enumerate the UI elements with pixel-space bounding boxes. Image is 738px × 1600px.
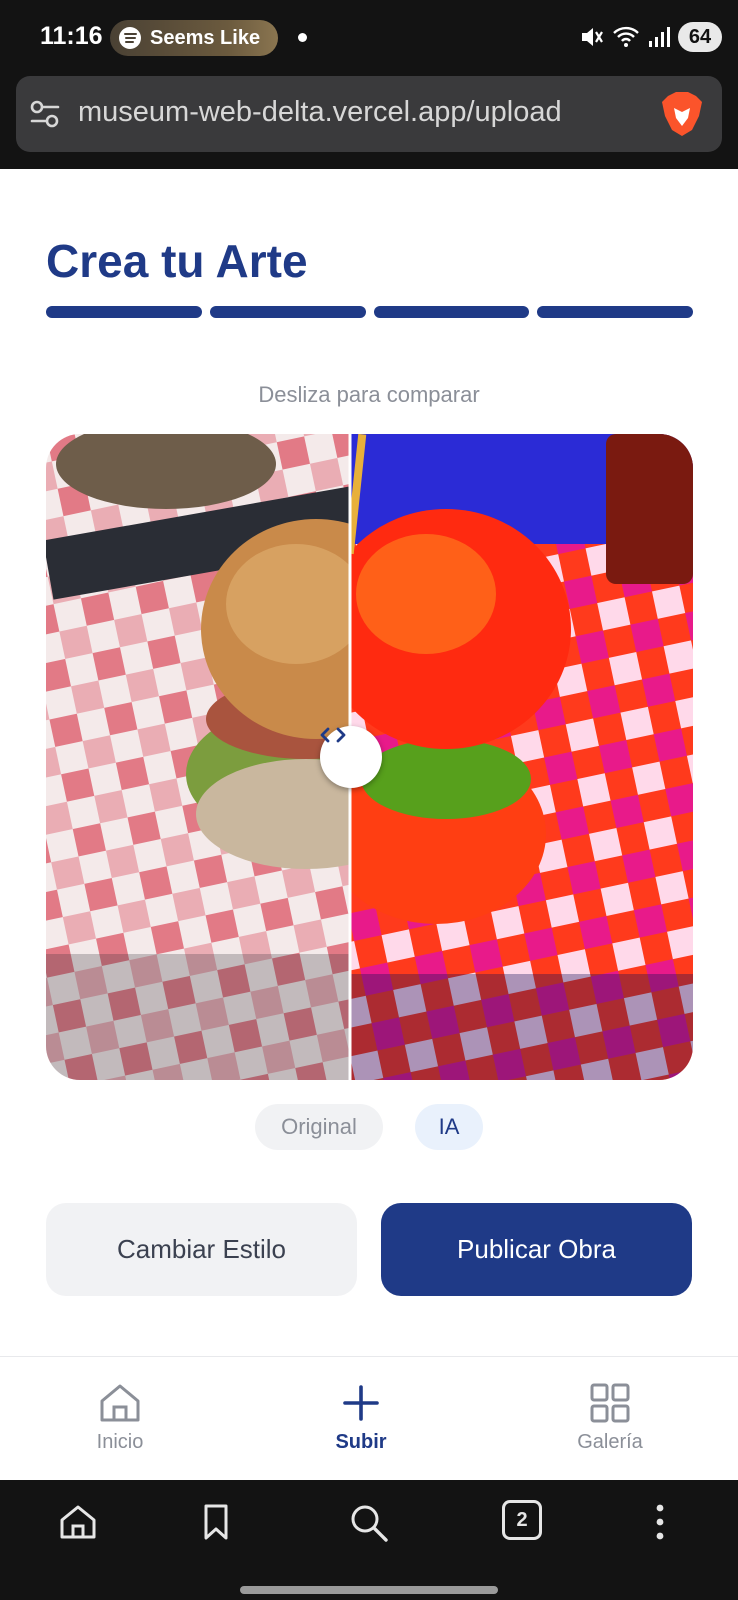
search-icon[interactable] — [348, 1502, 390, 1544]
grid-icon — [590, 1383, 630, 1423]
nav-label: Subir — [335, 1431, 387, 1453]
step-progress — [46, 306, 693, 318]
media-pill[interactable]: Seems Like — [110, 20, 278, 56]
image-compare-slider[interactable] — [46, 434, 693, 1080]
compare-handle[interactable] — [320, 726, 382, 788]
nav-label: Galería — [577, 1431, 643, 1453]
mute-icon — [582, 28, 603, 46]
media-text: Seems Like — [150, 27, 261, 49]
gesture-bar — [240, 1586, 498, 1594]
plus-icon — [343, 1385, 379, 1421]
compare-labels: Original IA — [0, 1104, 738, 1150]
spotify-icon — [119, 27, 141, 49]
browser-bottom-bar: 2 — [0, 1480, 738, 1600]
progress-step — [46, 306, 202, 318]
nav-label: Inicio — [96, 1431, 144, 1453]
page-title: Crea tu Arte — [46, 235, 308, 287]
bookmark-icon[interactable] — [196, 1502, 236, 1542]
compare-hint: Desliza para comparar — [258, 382, 480, 407]
tabs-icon[interactable]: 2 — [502, 1500, 542, 1540]
signal-icon — [649, 27, 670, 47]
app-bottom-nav: Inicio Subir Galería — [0, 1356, 738, 1480]
home-icon[interactable] — [58, 1502, 98, 1542]
progress-step — [373, 306, 530, 318]
nav-item-galeria[interactable]: Galería — [530, 1381, 690, 1454]
chevrons-left-right-icon — [320, 727, 346, 743]
status-time: 11:16 — [40, 22, 103, 50]
progress-step — [209, 306, 366, 318]
home-icon — [100, 1384, 140, 1422]
nav-item-subir[interactable]: Subir — [281, 1381, 441, 1454]
notification-dot — [298, 33, 307, 42]
battery-indicator: 64 — [678, 22, 722, 52]
wifi-icon — [613, 26, 639, 47]
publish-button[interactable]: Publicar Obra — [381, 1203, 692, 1296]
brave-lion-icon[interactable] — [660, 90, 704, 138]
tune-icon[interactable] — [28, 98, 62, 130]
change-style-button[interactable]: Cambiar Estilo — [46, 1203, 357, 1296]
nav-item-inicio[interactable]: Inicio — [40, 1381, 200, 1454]
status-bar: 11:16 Seems Like 64 — [0, 0, 738, 72]
progress-step — [537, 306, 693, 318]
label-original: Original — [255, 1104, 383, 1150]
more-icon[interactable] — [650, 1502, 670, 1542]
label-ai: IA — [415, 1104, 483, 1150]
url-text[interactable]: museum-web-delta.vercel.app/upload — [78, 96, 562, 129]
browser-toolbar: museum-web-delta.vercel.app/upload — [0, 72, 738, 169]
url-bar[interactable]: museum-web-delta.vercel.app/upload — [16, 76, 722, 152]
